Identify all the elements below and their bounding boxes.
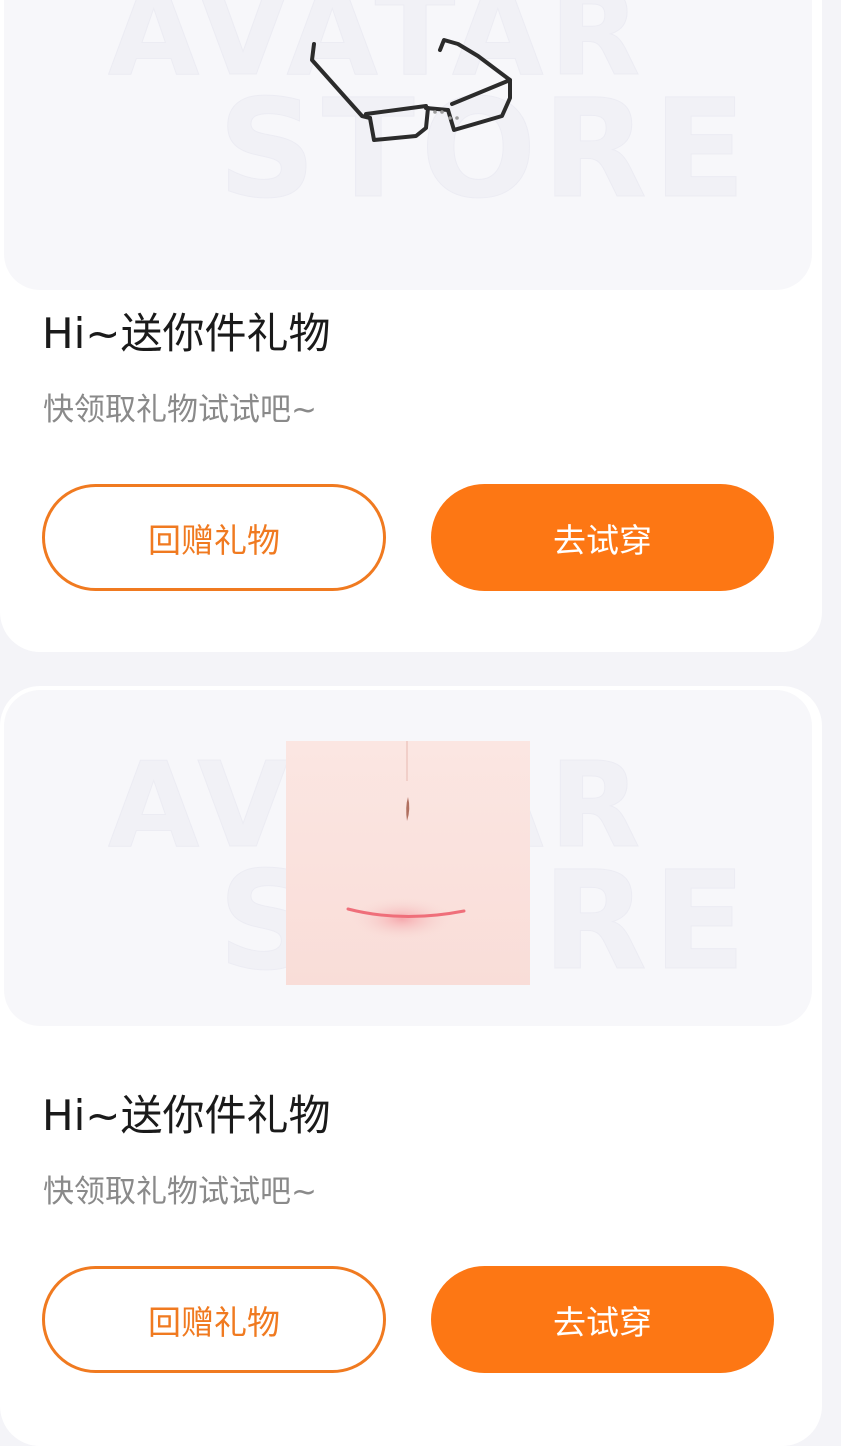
gift-title: Hi~送你件礼物 (42, 309, 331, 358)
gift-subtitle: 快领取礼物试试吧~ (43, 1174, 317, 1210)
return-gift-button[interactable]: 回赠礼物 (42, 1266, 386, 1373)
gift-subtitle: 快领取礼物试试吧~ (43, 392, 317, 428)
gift-card: AVATAR STORE Hi~送你件礼物 快领取礼物试试吧~ 回赠礼物 去试穿 (0, 0, 822, 652)
try-on-button[interactable]: 去试穿 (431, 1266, 774, 1373)
gift-card: AVATAR STORE Hi~送你件礼物 快领取礼物试试吧~ 回赠礼物 去试穿 (0, 686, 822, 1446)
gift-preview: AVATAR STORE (4, 0, 812, 290)
face-makeup-icon (286, 741, 530, 985)
return-gift-button[interactable]: 回赠礼物 (42, 484, 386, 591)
gift-preview: AVATAR STORE (4, 690, 812, 1026)
gift-title: Hi~送你件礼物 (42, 1091, 331, 1140)
try-on-button[interactable]: 去试穿 (431, 484, 774, 591)
glasses-icon (310, 38, 512, 142)
